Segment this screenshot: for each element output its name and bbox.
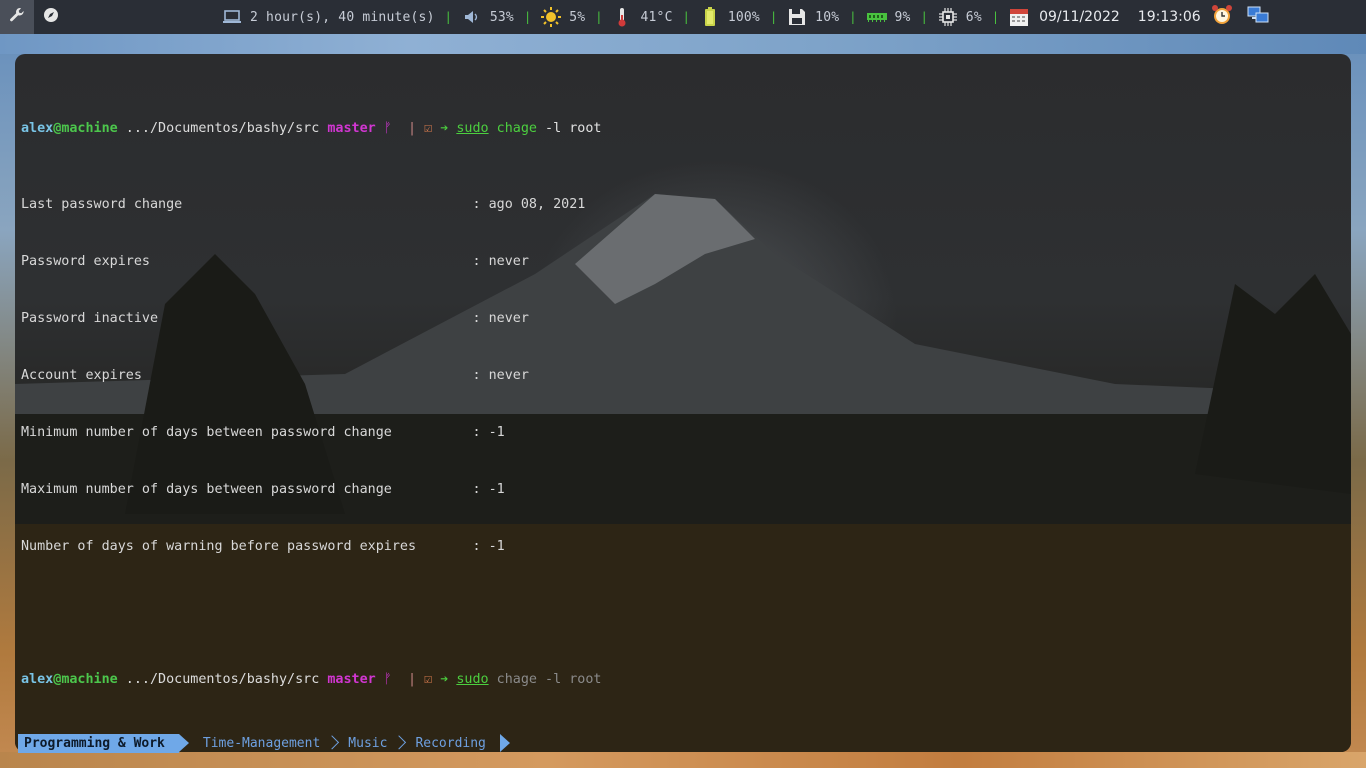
volume-value: 53% (489, 9, 514, 25)
prompt-branch: master (327, 121, 376, 136)
wallpaper-bottom (0, 752, 1366, 768)
uptime-value: 2 hour(s), 40 minute(s) (250, 9, 435, 25)
separator: | (682, 10, 690, 24)
wrench-launcher-button[interactable] (0, 0, 34, 34)
workspace-tab-time-management[interactable]: Time-Management (189, 734, 334, 753)
battery-value: 100% (727, 9, 760, 25)
compass-icon (43, 7, 59, 27)
git-branch-icon: ᚠ (383, 672, 392, 687)
prompt-host: machine (61, 672, 118, 687)
calendar-icon (1009, 7, 1029, 27)
terminal-window[interactable]: alex@machine .../Documentos/bashy/src ma… (15, 54, 1351, 752)
output-row: Last password change : ago 08, 2021 (21, 195, 601, 214)
separator: | (595, 10, 603, 24)
prompt-line: alex@machine .../Documentos/bashy/src ma… (21, 119, 601, 138)
output-row: Password inactive : never (21, 309, 601, 328)
output-label: Number of days of warning before passwor… (21, 539, 473, 554)
alarm-clock-icon[interactable] (1211, 4, 1233, 30)
prompt-branch: master (327, 672, 376, 687)
output-value: : never (472, 254, 529, 269)
cpu-widget: 6% (938, 7, 982, 27)
prompt-user: alex (21, 121, 54, 136)
checkbox-icon: ☑ (424, 121, 433, 136)
output-row: Password expires : never (21, 252, 601, 271)
separator: | (849, 10, 857, 24)
separator: | (920, 10, 928, 24)
sun-icon (541, 7, 562, 27)
laptop-icon (222, 7, 242, 27)
output-value: : -1 (472, 539, 505, 554)
output-value: : ago 08, 2021 (472, 197, 586, 212)
arrow-right-icon: ➔ (440, 672, 449, 687)
output-label: Maximum number of days between password … (21, 482, 473, 497)
separator: | (523, 10, 532, 24)
workspace-tab-music[interactable]: Music (334, 734, 401, 753)
floppy-disk-icon (787, 7, 807, 27)
thermometer-icon (612, 7, 632, 27)
checkbox-icon: ☑ (424, 672, 433, 687)
prompt-user: alex (21, 672, 54, 687)
autosuggestion-text: chage -l root (488, 672, 602, 687)
uptime-widget: 2 hour(s), 40 minute(s) (222, 7, 435, 27)
output-label: Minimum number of days between password … (21, 425, 473, 440)
output-row: Maximum number of days between password … (21, 480, 601, 499)
output-row: Account expires : never (21, 366, 601, 385)
output-label: Password expires (21, 254, 473, 269)
separator: | (444, 10, 452, 24)
command-args: -l root (545, 121, 602, 136)
workspace-tab-programming-work[interactable]: Programming & Work (18, 734, 189, 753)
time-text: 19:13:06 (1137, 9, 1201, 25)
command-name: chage (496, 121, 537, 136)
cpu-chip-icon (938, 7, 958, 27)
brightness-value: 5% (569, 9, 586, 25)
compass-launcher-button[interactable] (34, 0, 68, 34)
memory-value: 9% (894, 9, 911, 25)
temperature-widget: 41°C (612, 7, 672, 27)
command-sudo: sudo (456, 121, 489, 136)
prompt-path: .../Documentos/bashy/src (117, 672, 328, 687)
temperature-value: 41°C (640, 9, 673, 25)
disk-value: 10% (815, 9, 840, 25)
cpu-value: 6% (965, 9, 982, 25)
output-label: Account expires (21, 368, 473, 383)
output-value: : never (472, 368, 529, 383)
battery-icon (700, 7, 720, 27)
workspace-tab-recording[interactable]: Recording (401, 734, 511, 753)
prompt-host: machine (61, 121, 118, 136)
output-value: : never (472, 311, 529, 326)
arrow-right-icon: ➔ (440, 121, 449, 136)
output-label: Password inactive (21, 311, 473, 326)
output-label: Last password change (21, 197, 473, 212)
output-row: Number of days of warning before passwor… (21, 537, 601, 556)
prompt-pipe: | (407, 121, 417, 136)
workspace-tabs: Programming & Work Time-Management Music… (18, 734, 511, 753)
output-row: Minimum number of days between password … (21, 423, 601, 442)
speaker-icon (462, 7, 482, 27)
output-value: : -1 (472, 425, 505, 440)
memory-widget: 9% (866, 7, 911, 27)
prompt-line[interactable]: alex@machine .../Documentos/bashy/src ma… (21, 670, 601, 689)
brightness-widget[interactable]: 5% (541, 7, 585, 27)
separator: | (769, 10, 778, 24)
network-icon[interactable] (1247, 4, 1269, 30)
battery-widget: 100% (700, 7, 760, 27)
output-value: : -1 (472, 482, 505, 497)
separator: | (991, 10, 1000, 24)
wrench-icon (9, 7, 25, 27)
wallpaper-top (0, 34, 1366, 54)
date-text: 09/11/2022 (1039, 9, 1120, 25)
ram-icon (866, 7, 887, 27)
prompt-path: .../Documentos/bashy/src (117, 121, 328, 136)
command-sudo: sudo (456, 672, 489, 687)
git-branch-icon: ᚠ (383, 121, 392, 136)
prompt-pipe: | (407, 672, 417, 687)
volume-widget[interactable]: 53% (462, 7, 514, 27)
disk-widget: 10% (787, 7, 839, 27)
calendar-widget[interactable]: 09/11/2022 19:13:06 (1009, 7, 1201, 27)
terminal-output[interactable]: alex@machine .../Documentos/bashy/src ma… (21, 81, 601, 727)
top-status-bar: 2 hour(s), 40 minute(s) | 53% | 5% | 41°… (0, 0, 1366, 34)
